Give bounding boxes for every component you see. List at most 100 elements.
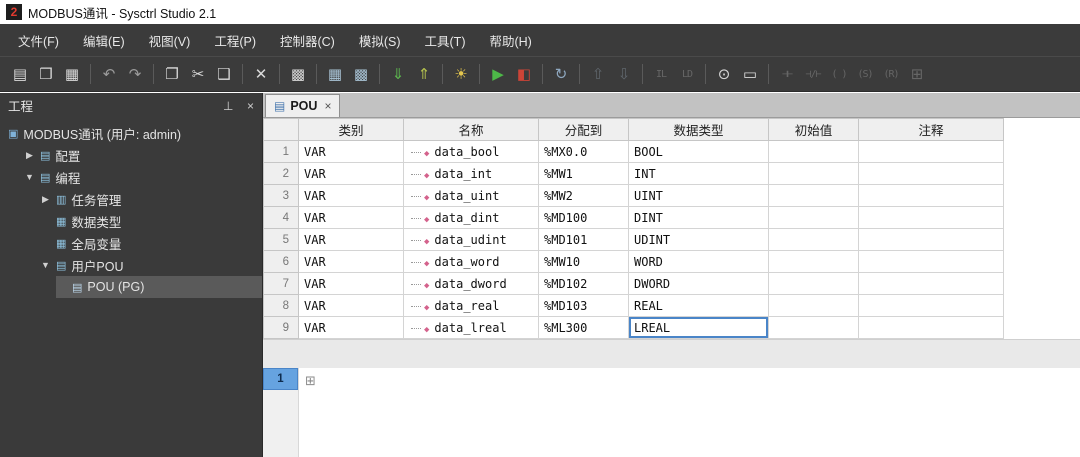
type-cell[interactable]: REAL xyxy=(628,294,769,317)
row-number-cell[interactable]: 2 xyxy=(263,162,299,185)
comment-cell[interactable] xyxy=(858,316,1004,339)
init-value-cell[interactable] xyxy=(768,206,859,229)
init-value-cell[interactable] xyxy=(768,184,859,207)
init-value-cell[interactable] xyxy=(768,294,859,317)
comment-cell[interactable] xyxy=(858,250,1004,273)
type-cell[interactable]: DINT xyxy=(628,206,769,229)
name-cell[interactable]: ◆ data_bool xyxy=(403,140,539,163)
address-cell[interactable]: %MD103 xyxy=(538,294,629,317)
menu-item-edit[interactable]: 编辑(E) xyxy=(71,25,137,56)
tree-item-programming[interactable]: ▼ ▤ 编程 xyxy=(0,166,262,188)
network-icon[interactable]: ⊞ xyxy=(905,62,929,86)
name-cell[interactable]: ◆ data_word xyxy=(403,250,539,273)
address-cell[interactable]: %MD102 xyxy=(538,272,629,295)
init-value-cell[interactable] xyxy=(768,316,859,339)
address-cell[interactable]: %MW10 xyxy=(538,250,629,273)
code-body[interactable]: ⊞ xyxy=(299,368,1080,457)
copy-icon[interactable]: ❐ xyxy=(160,62,184,86)
comment-cell[interactable] xyxy=(858,228,1004,251)
name-cell[interactable]: ◆ data_int xyxy=(403,162,539,185)
col-header-category[interactable]: 类别 xyxy=(298,118,404,141)
category-cell[interactable]: VAR xyxy=(298,206,404,229)
set-coil-icon[interactable]: (S) xyxy=(853,62,877,86)
run-icon[interactable]: ▶ xyxy=(486,62,510,86)
comment-cell[interactable] xyxy=(858,294,1004,317)
tree-item-task-management[interactable]: ▶ ▥ 任务管理 xyxy=(0,188,262,210)
type-cell[interactable]: WORD xyxy=(628,250,769,273)
tab-pou[interactable]: ▤ POU × xyxy=(265,94,341,117)
name-cell[interactable]: ◆ data_uint xyxy=(403,184,539,207)
contact-nc-icon[interactable]: ⊣/⊢ xyxy=(801,62,825,86)
tree-item-global-vars[interactable]: ▦ 全局变量 xyxy=(0,232,262,254)
row-number-cell[interactable]: 8 xyxy=(263,294,299,317)
init-value-cell[interactable] xyxy=(768,250,859,273)
il-view-icon[interactable]: IL xyxy=(649,62,673,86)
tree-expander-icon[interactable]: ▶ xyxy=(24,150,35,161)
tree-item-data-types[interactable]: ▦ 数据类型 xyxy=(0,210,262,232)
comment-cell[interactable] xyxy=(858,272,1004,295)
save-icon[interactable]: ▦ xyxy=(60,62,84,86)
export-library-icon[interactable]: ⇑ xyxy=(412,62,436,86)
category-cell[interactable]: VAR xyxy=(298,184,404,207)
col-header-name[interactable]: 名称 xyxy=(403,118,539,141)
col-header-comment[interactable]: 注释 xyxy=(858,118,1004,141)
sync-icon[interactable]: ↻ xyxy=(549,62,573,86)
name-cell[interactable]: ◆ data_lreal xyxy=(403,316,539,339)
type-cell[interactable]: UDINT xyxy=(628,228,769,251)
address-cell[interactable]: %MX0.0 xyxy=(538,140,629,163)
menu-item-file[interactable]: 文件(F) xyxy=(6,25,71,56)
col-header-type[interactable]: 数据类型 xyxy=(628,118,769,141)
name-cell[interactable]: ◆ data_udint xyxy=(403,228,539,251)
pin-icon[interactable]: ⊥ xyxy=(223,99,233,113)
expand-box-icon[interactable]: ⊞ xyxy=(305,374,316,389)
init-value-cell[interactable] xyxy=(768,140,859,163)
online-icon[interactable]: ◧ xyxy=(512,62,536,86)
init-value-cell[interactable] xyxy=(768,228,859,251)
address-cell[interactable]: %MD101 xyxy=(538,228,629,251)
row-number-cell[interactable]: 4 xyxy=(263,206,299,229)
close-panel-icon[interactable]: × xyxy=(247,99,254,113)
paste-icon[interactable]: ❑ xyxy=(212,62,236,86)
category-cell[interactable]: VAR xyxy=(298,250,404,273)
menu-item-tools[interactable]: 工具(T) xyxy=(413,25,478,56)
init-value-cell[interactable] xyxy=(768,272,859,295)
col-header-address[interactable]: 分配到 xyxy=(538,118,629,141)
type-cell[interactable]: DWORD xyxy=(628,272,769,295)
type-cell[interactable]: BOOL xyxy=(628,140,769,163)
monitor-icon[interactable]: ⊙ xyxy=(712,62,736,86)
col-header-init[interactable]: 初始值 xyxy=(768,118,859,141)
type-cell[interactable]: INT xyxy=(628,162,769,185)
row-number-cell[interactable]: 7 xyxy=(263,272,299,295)
tree-expander-icon[interactable]: ▶ xyxy=(40,194,51,205)
category-cell[interactable]: VAR xyxy=(298,162,404,185)
type-cell[interactable]: UINT xyxy=(628,184,769,207)
tree-expander-icon[interactable]: ▼ xyxy=(24,172,35,182)
library-icon[interactable]: ▩ xyxy=(286,62,310,86)
name-cell[interactable]: ◆ data_real xyxy=(403,294,539,317)
new-file-icon[interactable]: ▤ xyxy=(8,62,32,86)
name-cell[interactable]: ◆ data_dint xyxy=(403,206,539,229)
address-cell[interactable]: %MW2 xyxy=(538,184,629,207)
category-cell[interactable]: VAR xyxy=(298,316,404,339)
rebuild-icon[interactable]: ▩ xyxy=(349,62,373,86)
import-library-icon[interactable]: ⇓ xyxy=(386,62,410,86)
compile-icon[interactable]: ▦ xyxy=(323,62,347,86)
reset-coil-icon[interactable]: (R) xyxy=(879,62,903,86)
row-number-cell[interactable]: 9 xyxy=(263,316,299,339)
redo-icon[interactable]: ↷ xyxy=(123,62,147,86)
tree-item-user-pou[interactable]: ▼ ▤ 用户POU xyxy=(0,254,262,276)
tab-close-icon[interactable]: × xyxy=(324,99,331,113)
editor-splitter[interactable] xyxy=(263,339,1080,368)
open-project-icon[interactable]: ❒ xyxy=(34,62,58,86)
debug-icon[interactable]: ☀ xyxy=(449,62,473,86)
row-number-cell[interactable]: 5 xyxy=(263,228,299,251)
address-cell[interactable]: %MD100 xyxy=(538,206,629,229)
comment-cell[interactable] xyxy=(858,184,1004,207)
name-cell[interactable]: ◆ data_dword xyxy=(403,272,539,295)
menu-item-simulation[interactable]: 模拟(S) xyxy=(347,25,413,56)
move-down-icon[interactable]: ⇩ xyxy=(612,62,636,86)
init-value-cell[interactable] xyxy=(768,162,859,185)
menu-item-help[interactable]: 帮助(H) xyxy=(477,25,543,56)
tree-item-config[interactable]: ▶ ▤ 配置 xyxy=(0,144,262,166)
menu-item-controller[interactable]: 控制器(C) xyxy=(268,25,347,56)
